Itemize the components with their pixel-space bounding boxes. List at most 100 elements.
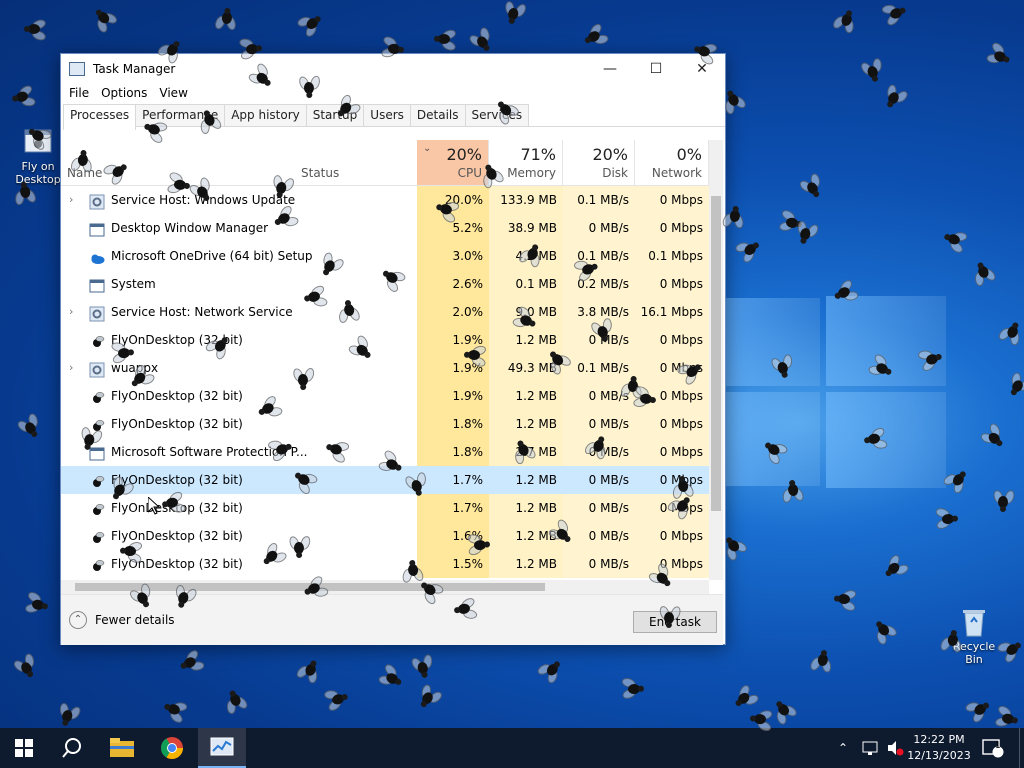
fewer-details-link[interactable]: ⌃ Fewer details [69,611,175,629]
fly-icon [377,662,408,693]
process-name: System [89,270,329,298]
fly-icon [658,604,683,632]
fly-icon [938,226,968,256]
network-icon[interactable] [862,728,880,768]
fly-icon [881,0,913,28]
file-explorer-icon[interactable] [98,728,146,768]
process-disk: 0.1 MB/s [563,186,635,214]
fly-icon [222,684,250,715]
fly-icon [110,341,139,366]
process-disk: 0 MB/s [563,550,635,578]
maximize-button[interactable]: ☐ [633,54,679,84]
window-icon [89,276,105,292]
gear-icon [89,192,105,209]
fly-icon [768,693,799,726]
title-bar[interactable]: Task Manager — ☐ ✕ [61,54,725,84]
action-center-icon[interactable]: 1 [982,728,1004,768]
fly-icon [88,1,119,35]
tab-users[interactable]: Users [363,104,411,126]
clock[interactable]: 12:22 PM 12/13/2023 [902,732,976,764]
expand-chevron-icon[interactable]: › [69,298,73,326]
process-disk: 0 MB/s [563,494,635,522]
minimize-button[interactable]: — [587,54,633,84]
table-row[interactable]: FlyOnDesktop (32 bit) 1.5% 1.2 MB 0 MB/s 0 M… [61,550,709,578]
menu-bar: File Options View [61,84,725,104]
windows-start-icon[interactable] [0,728,48,768]
fly-icon [20,17,48,43]
fly-icon [15,412,45,445]
table-row[interactable]: › Service Host: Network Service 2.0% 9.0 MB… [61,298,709,326]
fly-icon [720,201,745,230]
process-cpu: 1.7% [417,494,489,522]
fly-icon [89,556,105,572]
process-cpu: 2.0% [417,298,489,326]
table-row[interactable]: FlyOnDesktop (32 bit) 1.9% 1.2 MB 0 MB/s 0 M… [61,382,709,410]
process-cpu: 1.7% [417,466,489,494]
chrome-icon[interactable] [148,728,196,768]
fly-icon [829,588,858,613]
tab-details[interactable]: Details [409,104,466,126]
table-header: Name Status ⌄ 20% CPU 71% Memory 20% Dis… [61,140,709,186]
table-row[interactable]: FlyOnDesktop (32 bit) 1.8% 1.2 MB 0 MB/s 0 M… [61,410,709,438]
fly-icon [116,540,144,565]
fly-icon [409,654,435,684]
process-disk: 0 MB/s [563,466,635,494]
fly-icon [89,472,105,488]
process-network: 0 Mbps [635,410,709,438]
fly-icon [734,234,767,265]
menu-options[interactable]: Options [95,84,153,104]
table-row[interactable]: ›wuappx1.9%49.3 MB0.1 MB/s0 Mbps [61,354,709,382]
process-network: 0 Mbps [635,522,709,550]
fly-icon [173,648,205,677]
sort-down-icon: ⌄ [423,143,432,154]
fly-icon [620,676,649,701]
table-row[interactable]: Desktop Window Manager 5.2% 38.9 MB 0 MB/s 0… [61,214,709,242]
process-network: 16.1 Mbps [635,298,709,326]
show-desktop-button[interactable] [1019,728,1024,768]
process-cpu: 1.8% [417,438,489,466]
search-icon[interactable] [48,728,96,768]
column-header-status[interactable]: Status [295,140,418,185]
fly-icon [89,528,105,544]
expand-chevron-icon[interactable]: › [69,354,73,382]
menu-view[interactable]: View [153,84,193,104]
process-memory: 133.9 MB [489,186,563,214]
expand-chevron-icon[interactable]: › [69,186,73,214]
show-hidden-icons-chevron-icon[interactable]: ⌃ [838,728,848,768]
fly-icon [797,172,827,205]
column-header-disk[interactable]: 20% Disk [563,140,635,185]
table-row[interactable]: › Service Host: Windows Update 20.0% 133.9 … [61,186,709,214]
fly-icon [985,40,1016,70]
column-header-cpu[interactable]: ⌄ 20% CPU [417,140,489,185]
menu-file[interactable]: File [63,84,95,104]
process-name-label: System [111,277,156,291]
process-memory: 1.2 MB [489,382,563,410]
process-network: 0 Mbps [635,186,709,214]
tab-processes[interactable]: Processes [63,104,137,130]
fly-icon [158,696,189,726]
tab-app-history[interactable]: App history [224,104,307,126]
task-manager-taskbar-icon[interactable] [198,728,246,768]
process-network: 0 Mbps [635,326,709,354]
process-name: FlyOnDesktop (32 bit) [89,410,329,438]
table-row[interactable]: FlyOnDesktop (32 bit)1.6%1.2 MB0 MB/s0 M… [61,522,709,550]
fly-icon [294,653,324,684]
taskbar: ⌃ 12:22 PM 12/13/2023 1 [0,728,1024,768]
fly-icon [877,553,911,585]
horizontal-scrollbar[interactable] [61,580,709,594]
scroll-thumb[interactable] [711,196,721,511]
fly-icon [287,534,312,562]
fly-icon [1003,371,1024,403]
gear-icon [89,304,105,321]
fly-icon [296,8,329,39]
clock-date: 12/13/2023 [907,749,971,762]
column-header-network[interactable]: 0% Network [635,140,709,185]
fly-icon [969,255,998,287]
process-name-label: Desktop Window Manager [111,221,269,235]
vertical-scrollbar[interactable] [709,140,723,580]
fly-icon [430,28,458,53]
process-network: 0 Mbps [635,466,709,494]
window-icon [89,220,105,236]
fly-icon [996,316,1024,347]
cloud-icon [89,248,105,264]
